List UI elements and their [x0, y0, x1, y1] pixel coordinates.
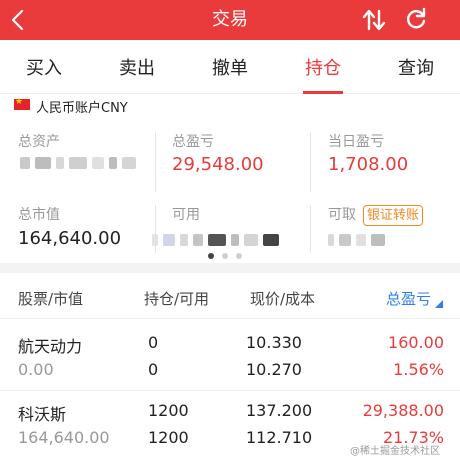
tab-position[interactable]: 持仓: [283, 40, 363, 94]
trade-tabs: 买入 卖出 撤单 持仓 查询: [0, 40, 460, 94]
page-dot[interactable]: [236, 253, 242, 259]
page-dot[interactable]: [222, 253, 228, 259]
column-header-price: 现价/成本: [250, 290, 316, 308]
market-value-label: 总市值: [18, 207, 60, 223]
refresh-icon[interactable]: [402, 6, 430, 34]
available-value-masked: [152, 234, 279, 246]
available-label: 可用: [172, 207, 200, 223]
withdrawable-value-masked: [328, 234, 385, 246]
page-indicator: [208, 253, 242, 259]
tab-query[interactable]: 查询: [376, 40, 456, 94]
divider: [310, 205, 311, 253]
divider: [0, 318, 460, 319]
section-separator: [0, 263, 460, 273]
today-pnl-label: 当日盈亏: [328, 134, 384, 150]
total-assets-label: 总资产: [18, 134, 60, 150]
tab-sell[interactable]: 卖出: [97, 40, 177, 94]
stock-available: 1200: [148, 428, 189, 447]
stock-cost: 10.270: [246, 360, 302, 379]
total-pnl-label: 总盈亏: [172, 134, 214, 150]
divider: [0, 390, 460, 391]
stock-available: 0: [148, 360, 159, 379]
stock-position: 1200: [148, 401, 189, 420]
stock-total-pnl: 160.00: [388, 333, 444, 352]
stock-name: 航天动力: [18, 337, 83, 356]
stock-position: 0: [148, 333, 159, 352]
sort-triangle-icon: [435, 300, 443, 308]
column-header-stock: 股票/市值: [18, 290, 84, 308]
stock-total-pnl: 29,388.00: [362, 401, 444, 420]
tab-cancel[interactable]: 撤单: [190, 40, 270, 94]
nav-bar: 交易: [0, 0, 460, 40]
divider: [155, 132, 156, 192]
divider: [310, 132, 311, 192]
account-row: ★ 人民币账户CNY: [0, 94, 460, 118]
bank-transfer-button[interactable]: 银证转账: [363, 205, 424, 226]
withdrawable-label: 可取: [328, 207, 356, 223]
stock-price: 10.330: [246, 333, 302, 352]
china-flag-icon: ★: [14, 97, 30, 110]
column-header-position: 持仓/可用: [144, 290, 210, 308]
stock-name: 科沃斯: [18, 405, 67, 424]
page-dot[interactable]: [208, 253, 214, 259]
total-pnl-value: 29,548.00: [172, 154, 264, 175]
stock-market-value: 0.00: [18, 360, 54, 379]
watermark: @稀土掘金技术社区: [350, 446, 440, 457]
stock-cost: 112.710: [246, 428, 313, 447]
account-label: 人民币账户CNY: [36, 101, 128, 116]
total-assets-value-masked: [20, 157, 136, 169]
stock-pnl-percent: 1.56%: [393, 360, 444, 379]
page-title: 交易: [212, 9, 248, 30]
tab-buy[interactable]: 买入: [4, 40, 84, 94]
today-pnl-value: 1,708.00: [328, 154, 409, 175]
sort-swap-icon[interactable]: [360, 6, 388, 34]
stock-market-value: 164,640.00: [18, 428, 110, 447]
market-value-value: 164,640.00: [18, 228, 122, 249]
stock-price: 137.200: [246, 401, 313, 420]
column-header-total-pnl[interactable]: 总盈亏: [386, 288, 431, 309]
